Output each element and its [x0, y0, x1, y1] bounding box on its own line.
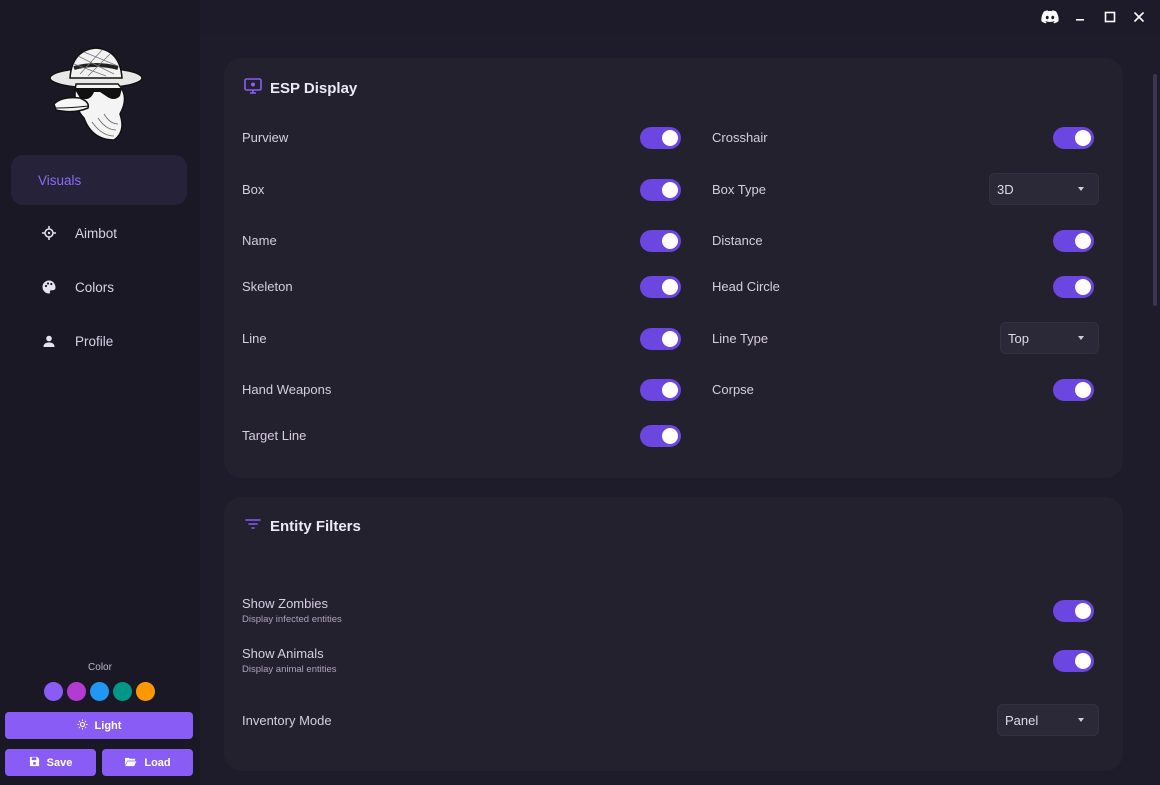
distance-label: Distance	[712, 233, 763, 248]
corpse-label: Corpse	[712, 382, 754, 397]
hand-weapons-toggle[interactable]	[640, 379, 681, 401]
dropdown-arrow-icon	[1078, 187, 1084, 191]
purview-label: Purview	[242, 130, 289, 145]
purview-toggle[interactable]	[640, 127, 681, 149]
sidebar-item-visuals[interactable]: Visuals	[11, 155, 187, 205]
light-button-label: Light	[94, 719, 122, 732]
filter-icon	[244, 517, 262, 535]
line-type-select[interactable]: Top	[1000, 322, 1099, 354]
box-type-label: Box Type	[712, 182, 766, 197]
inventory-mode-select[interactable]: Panel	[997, 704, 1099, 736]
swatch-purple[interactable]	[44, 682, 63, 701]
color-label: Color	[88, 662, 112, 673]
discord-icon[interactable]	[1041, 8, 1059, 26]
person-icon	[39, 335, 59, 347]
swatch-magenta[interactable]	[67, 682, 86, 701]
swatch-orange[interactable]	[136, 682, 155, 701]
head-circle-toggle[interactable]	[1053, 276, 1094, 298]
sidebar-item-profile[interactable]: Profile	[11, 316, 187, 366]
crosshair-icon	[39, 226, 59, 240]
dropdown-arrow-icon	[1078, 718, 1084, 722]
entity-filters-card: Entity Filters Show Zombies Display infe…	[224, 497, 1123, 771]
box-toggle[interactable]	[640, 179, 681, 201]
show-zombies-label: Show Zombies	[242, 596, 328, 611]
line-type-label: Line Type	[712, 331, 769, 346]
folder-open-icon	[124, 756, 137, 770]
inventory-mode-value: Panel	[1005, 712, 1039, 728]
show-animals-label: Show Animals	[242, 646, 324, 661]
esp-display-header: ESP Display	[244, 78, 357, 98]
hand-weapons-label: Hand Weapons	[242, 382, 332, 397]
esp-display-card: ESP Display Purview Box Name Skeleton Li…	[224, 58, 1123, 478]
entity-filters-title: Entity Filters	[270, 517, 361, 535]
box-label: Box	[242, 182, 265, 197]
target-line-toggle[interactable]	[640, 425, 681, 447]
load-button-label: Load	[144, 756, 171, 769]
sidebar-item-label: Visuals	[38, 172, 82, 188]
show-zombies-toggle[interactable]	[1053, 600, 1094, 622]
box-type-select[interactable]: 3D	[989, 173, 1099, 205]
skeleton-toggle[interactable]	[640, 276, 681, 298]
monitor-icon	[244, 78, 262, 98]
close-icon[interactable]	[1130, 8, 1148, 26]
scrollbar[interactable]	[1153, 74, 1157, 306]
color-swatches	[44, 682, 155, 701]
light-mode-button[interactable]: Light	[5, 712, 193, 739]
line-type-value: Top	[1008, 330, 1029, 346]
show-zombies-description: Display infected entities	[242, 614, 342, 625]
sun-icon	[77, 718, 88, 733]
esp-display-title: ESP Display	[270, 79, 358, 97]
sidebar-item-label: Profile	[75, 333, 114, 349]
swatch-blue[interactable]	[90, 682, 109, 701]
line-label: Line	[242, 331, 267, 346]
sidebar-item-label: Colors	[75, 279, 115, 295]
show-animals-toggle[interactable]	[1053, 650, 1094, 672]
sidebar: Visuals Aimbot Colors Profile Color Ligh…	[0, 0, 200, 785]
sidebar-item-colors[interactable]: Colors	[11, 262, 187, 312]
head-circle-label: Head Circle	[712, 279, 780, 294]
save-button[interactable]: Save	[5, 749, 96, 776]
load-button[interactable]: Load	[102, 749, 193, 776]
sidebar-item-label: Aimbot	[75, 225, 118, 241]
save-button-label: Save	[46, 756, 73, 769]
inventory-mode-label: Inventory Mode	[242, 713, 332, 728]
swatch-teal[interactable]	[113, 682, 132, 701]
name-label: Name	[242, 233, 277, 248]
save-icon	[29, 756, 40, 770]
target-line-label: Target Line	[242, 428, 307, 443]
minimize-icon[interactable]	[1071, 8, 1089, 26]
crosshair-label: Crosshair	[712, 130, 768, 145]
entity-filters-header: Entity Filters	[244, 517, 361, 535]
name-toggle[interactable]	[640, 230, 681, 252]
palette-icon	[39, 280, 59, 294]
line-toggle[interactable]	[640, 328, 681, 350]
sidebar-item-aimbot[interactable]: Aimbot	[11, 208, 187, 258]
skeleton-label: Skeleton	[242, 279, 293, 294]
maximize-icon[interactable]	[1101, 8, 1119, 26]
crosshair-toggle[interactable]	[1053, 127, 1094, 149]
distance-toggle[interactable]	[1053, 230, 1094, 252]
show-animals-description: Display animal entities	[242, 664, 337, 675]
box-type-value: 3D	[997, 181, 1014, 197]
app-window: Visuals Aimbot Colors Profile Color Ligh…	[0, 0, 1160, 785]
duck-logo	[44, 44, 148, 144]
dropdown-arrow-icon	[1078, 336, 1084, 340]
corpse-toggle[interactable]	[1053, 379, 1094, 401]
